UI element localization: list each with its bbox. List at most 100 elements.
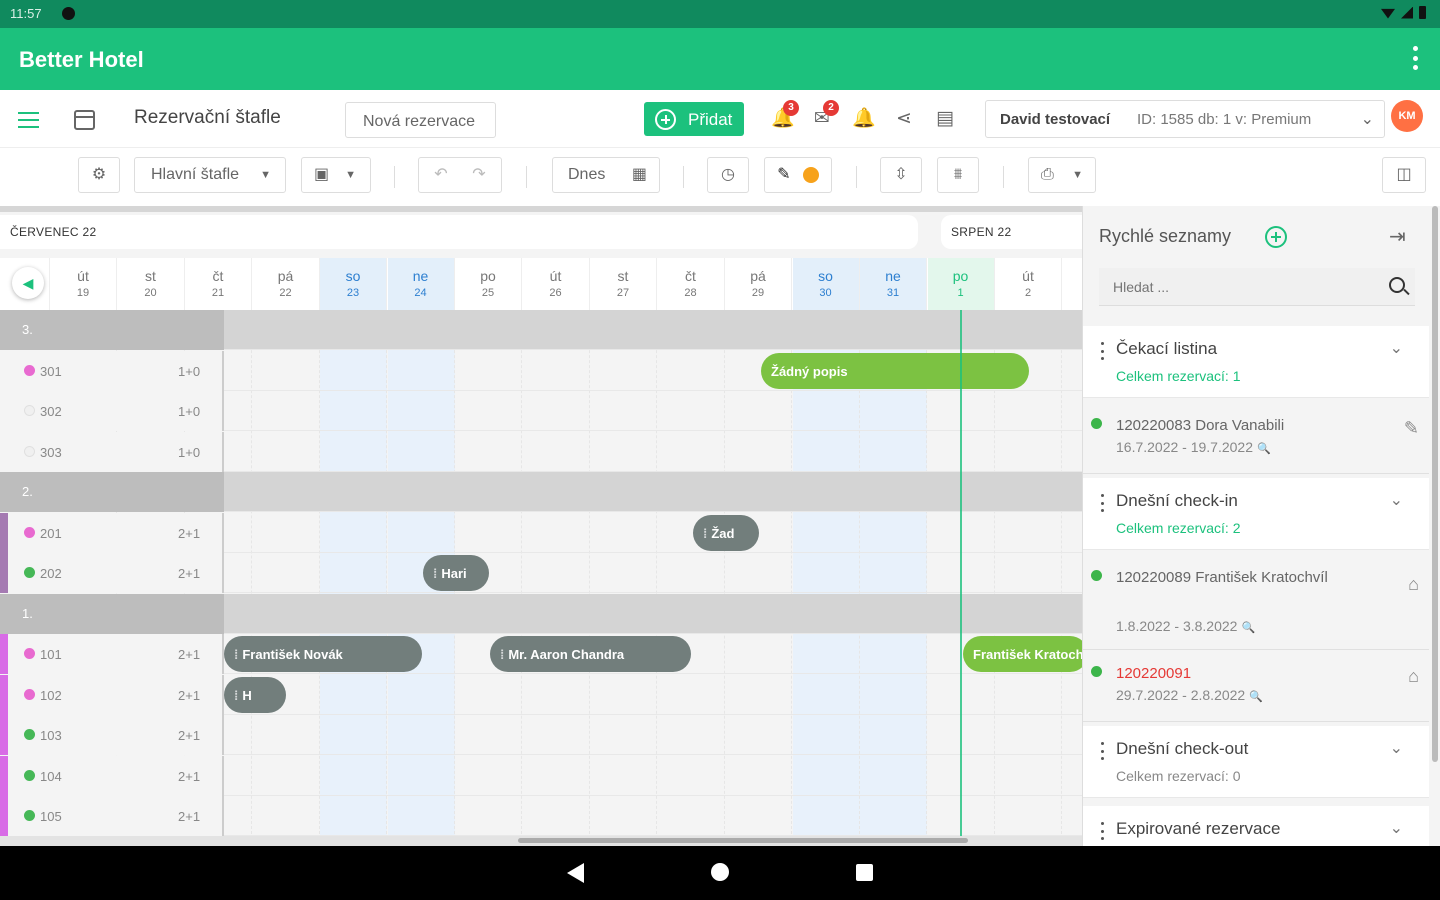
chevron-down-icon[interactable]: ⌄ [1390,338,1403,358]
scroll-left-icon[interactable]: ◀ [12,267,44,299]
print-button[interactable]: ⎙ ▼ [1028,157,1096,193]
settings-gear-icon[interactable]: ⚙ [78,157,120,193]
room-row: 201 2+1 [0,512,1082,553]
quick-list-section[interactable]: Dnešní check-out Celkem rezervací: 0 ⌄ [1083,726,1429,798]
room-cell[interactable]: 102 2+1 [0,674,224,715]
drag-handle-icon[interactable] [1101,494,1104,512]
panel-search-input[interactable] [1099,268,1379,306]
status-bar: 11:57 [0,0,1440,28]
reservation-bar[interactable]: ⁞ Mr. Aaron Chandra [490,636,691,672]
bell-icon[interactable]: 🔔 [852,108,876,130]
booking-grid[interactable]: 3. 301 1+0 302 1+0 303 1+0 2. 201 2+1 202 2+1 1. 101 2… [0,310,1082,844]
user-selector[interactable]: David testovací ID: 1585 db: 1 v: Premiu… [985,100,1385,138]
calendar-icon[interactable] [74,110,95,130]
room-cell[interactable]: 301 1+0 [0,350,224,391]
user-name: David testovací [1000,111,1111,128]
collapse-panel-icon[interactable]: ⇥ [1389,224,1406,249]
overflow-menu-icon[interactable] [1412,46,1418,70]
drag-handle-icon[interactable] [1101,342,1104,360]
quick-list-item[interactable]: 120220089 František Kratochvíl 1.8.2022 -… [1083,556,1429,650]
room-cell[interactable]: 103 2+1 [0,715,224,755]
quick-list-item[interactable]: 120220083 Dora Vanabili 16.7.2022 - 19.7.… [1083,404,1429,474]
reservation-bar[interactable]: Žádný popis [761,352,1029,389]
chat-icon[interactable]: ▤ [934,108,956,130]
reservation-dates: 16.7.2022 - 19.7.2022 🔍 [1116,439,1271,455]
room-cell[interactable]: 303 1+0 [0,431,224,472]
new-reservation-button[interactable]: Nová rezervace [345,102,496,138]
clock-icon[interactable]: ◷ [707,157,749,193]
share-icon[interactable]: ⋖ [893,108,915,130]
drag-handle-icon: ⁞ [500,647,505,662]
reservation-bar[interactable]: ⁞ Žad [693,514,759,551]
reservation-name[interactable]: 120220089 František Kratochvíl [1116,564,1386,591]
quick-list-item[interactable]: 120220091 29.7.2022 - 2.8.2022 🔍 ⌂ [1083,652,1429,722]
calendar-picker-icon[interactable]: ▦ [632,158,647,192]
room-row: 202 2+1 [0,553,1082,593]
reservation-bar[interactable]: ⁞ František Novák [224,636,422,672]
room-cell[interactable]: 104 2+1 [0,755,224,796]
filter-icon[interactable]: ⩩ [937,157,979,193]
section-title: Čekací listina [1116,339,1218,358]
reservation-bar[interactable]: ⁞ H [224,676,286,713]
recents-icon[interactable] [856,864,873,881]
quick-list-section[interactable]: Dnešní check-in Celkem rezervací: 2 ⌄ [1083,478,1429,550]
reservation-board[interactable]: ČERVENEC 22 SRPEN 22 p1. ◀ út19st20čt21p… [0,212,1082,844]
day-header: út 19 [50,258,117,310]
day-header: ne 24 [387,258,455,310]
redo-icon[interactable]: ↷ [460,158,498,192]
home-icon[interactable] [711,863,729,881]
add-button[interactable]: Přidat [644,102,744,136]
room-cell[interactable]: 302 1+0 [0,391,224,431]
room-status-dot [24,526,35,538]
divider [394,166,395,188]
drag-handle-icon[interactable] [1101,822,1104,840]
calendar-view-icon: ▣ [314,166,330,183]
zoom-icon[interactable]: 🔍 [1249,691,1263,703]
room-number: 102 [40,687,62,703]
chevron-down-icon[interactable]: ⌄ [1390,818,1403,838]
add-list-plus-icon[interactable] [1265,226,1287,248]
section-count: Celkem rezervací: 1 [1116,368,1241,384]
panel-toggle-icon[interactable]: ◫ [1382,157,1426,193]
zoom-icon[interactable]: 🔍 [1241,622,1255,634]
search-icon[interactable] [1389,277,1405,293]
day-header: čt 28 [658,258,725,310]
reservation-label: Žad [711,525,735,541]
undo-icon[interactable]: ↶ [422,158,460,192]
reservation-name[interactable]: 120220083 Dora Vanabili [1116,412,1386,439]
drag-handle-icon: ⁞ [234,647,239,662]
chevron-down-icon[interactable]: ⌄ [1390,738,1403,758]
room-cell[interactable]: 101 2+1 [0,634,224,674]
horizontal-scrollbar[interactable] [518,838,968,843]
zoom-icon[interactable]: 🔍 [1257,443,1271,455]
reservation-name[interactable]: 120220091 [1116,660,1386,687]
reservation-bar[interactable]: František Kratochvíl [963,636,1082,672]
back-icon[interactable] [567,863,584,883]
room-status-dot [24,810,35,821]
chevron-down-icon[interactable]: ⌄ [1390,490,1403,510]
drag-handle-icon[interactable] [1101,742,1104,760]
color-pen-button[interactable]: ✎ [764,157,832,193]
menu-icon[interactable] [18,112,39,128]
avatar[interactable]: KM [1391,100,1423,132]
section-title: Dnešní check-in [1116,491,1238,510]
room-cell[interactable]: 105 2+1 [0,796,224,836]
today-button[interactable]: Dnes ▦ [552,157,660,193]
edit-pencil-icon[interactable]: ✎ [1404,418,1419,439]
room-status-dot [24,688,35,700]
quick-list-section[interactable]: Expirované rezervaceCelkem rezervací: 0⌄ [1083,806,1429,846]
board-select[interactable]: Hlavní štafle ▼ [134,157,286,193]
notification-bell-icon[interactable]: 🔔 3 [771,100,799,130]
checkin-room-icon[interactable]: ⌂ [1408,666,1419,687]
room-cell[interactable]: 202 2+1 [0,553,224,593]
expand-vertical-icon[interactable]: ⇳ [880,157,922,193]
view-select[interactable]: ▣ ▼ [301,157,371,193]
reservation-label: Žádný popis [771,363,848,379]
room-cell[interactable]: 201 2+1 [0,512,224,553]
mail-icon[interactable]: ✉ 2 [811,100,839,130]
divider [1003,166,1004,188]
reservation-bar[interactable]: ⁞ Hari [423,555,489,591]
panel-scrollbar[interactable] [1432,206,1438,762]
checkin-room-icon[interactable]: ⌂ [1408,574,1419,595]
quick-list-section[interactable]: Čekací listina Celkem rezervací: 1 ⌄ [1083,326,1429,398]
